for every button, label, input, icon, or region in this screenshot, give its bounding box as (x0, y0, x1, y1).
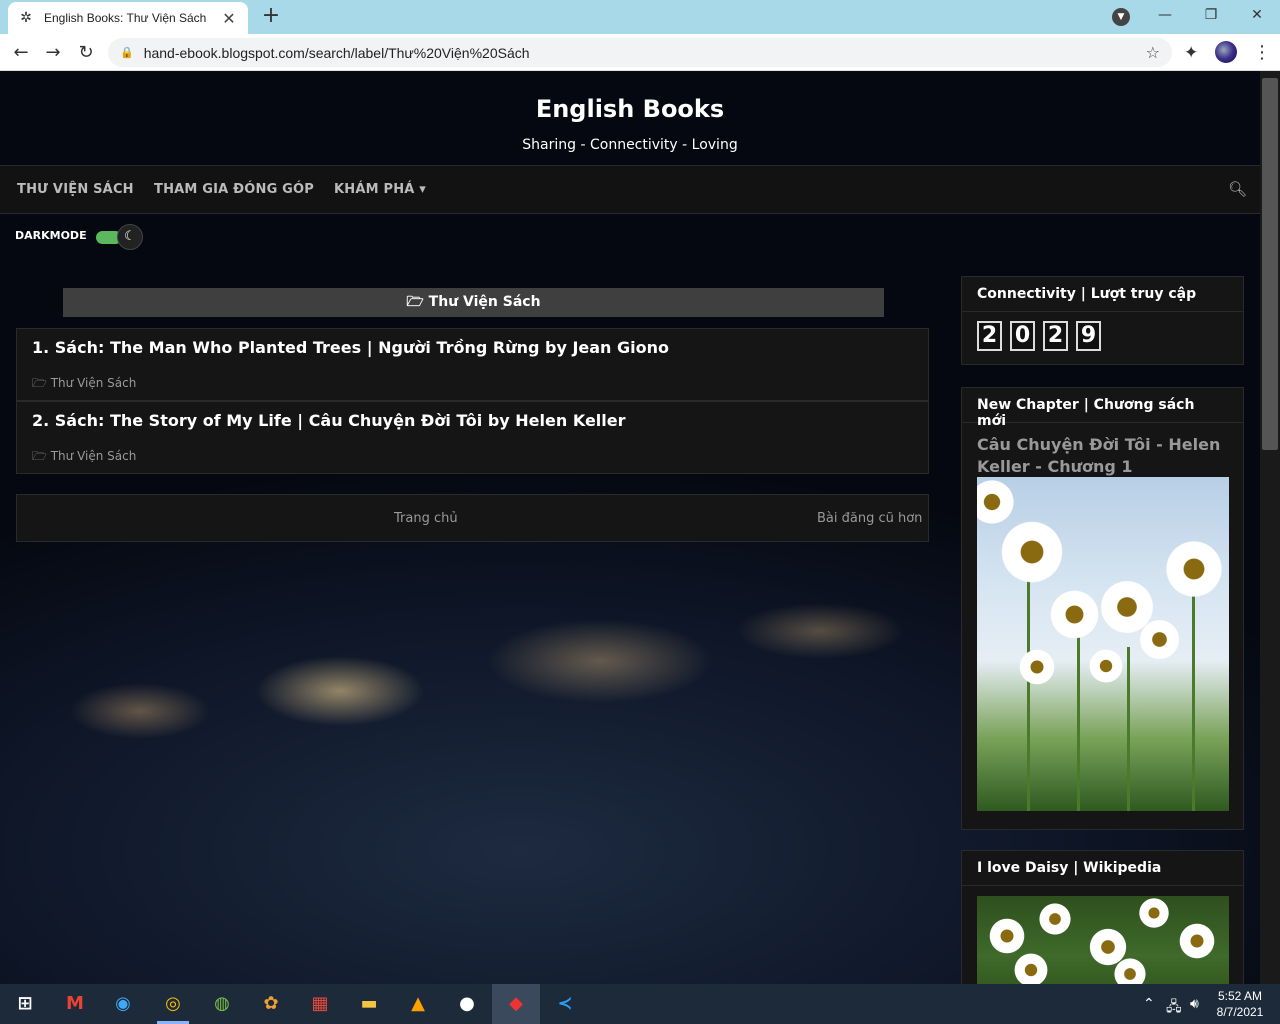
nav-item-kham-pha-dropdown[interactable]: KHÁM PHÁ ▾ (334, 182, 426, 197)
post-title-link[interactable]: 2. Sách: The Story of My Life | Câu Chuy… (32, 411, 626, 430)
label-heading: 🗁 Thư Viện Sách (63, 288, 884, 317)
visitor-counter-widget: Connectivity | Lượt truy cập 2 0 2 9 (961, 276, 1244, 365)
lock-icon[interactable]: 🔒 (120, 46, 134, 59)
browser-tab-strip: ✲ English Books: Thư Viện Sách ✕ + ▼ — ❐… (0, 0, 1280, 34)
darkmode-label: DARKMODE (15, 229, 87, 242)
post-label-link[interactable]: 🗁 Thư Viện Sách (32, 447, 136, 468)
profile-avatar[interactable] (1215, 41, 1237, 63)
extensions-puzzle-icon[interactable]: ✦ (1184, 43, 1198, 63)
close-tab-icon[interactable]: ✕ (220, 9, 238, 28)
vscode-icon[interactable]: ≺ (550, 990, 580, 1018)
older-posts-link[interactable]: Bài đăng cũ hơn (817, 511, 922, 526)
github-icon[interactable]: ● (452, 990, 482, 1018)
blog-pager: Trang chủ Bài đăng cũ hơn (16, 494, 929, 542)
browser-tab-active[interactable]: ✲ English Books: Thư Viện Sách ✕ (8, 2, 248, 34)
counter-digit: 0 (1010, 321, 1035, 351)
app-green-icon[interactable]: ◍ (207, 990, 237, 1018)
tray-chevron-icon[interactable]: ⌃ (1143, 996, 1155, 1012)
app-bird-icon[interactable]: ✿ (256, 990, 286, 1018)
post-label-link[interactable]: 🗁 Thư Viện Sách (32, 374, 136, 395)
post-label-text[interactable]: Thư Viện Sách (51, 449, 137, 463)
network-icon[interactable]: 🖧 (1166, 996, 1182, 1020)
daisy-field-photo[interactable] (977, 896, 1229, 984)
main-navigation: THƯ VIỆN SÁCH THAM GIA ĐÓNG GÓP KHÁM PHÁ… (0, 165, 1260, 214)
scrollbar-thumb[interactable] (1262, 78, 1278, 450)
post-label-text[interactable]: Thư Viện Sách (51, 376, 137, 390)
folder-icon: 🗁 (32, 449, 47, 463)
counter-digit: 2 (977, 321, 1002, 351)
home-link[interactable]: Trang chủ (394, 511, 458, 526)
address-bar[interactable]: 🔒 hand-ebook.blogspot.com/search/label/T… (108, 38, 1172, 67)
chrome-icon[interactable]: ◎ (158, 990, 188, 1018)
folder-open-icon: 🗁 (406, 294, 424, 310)
widget-title: Connectivity | Lượt truy cập (962, 277, 1243, 312)
browser-menu-icon[interactable]: ⋮ (1253, 42, 1271, 63)
counter-digit: 9 (1076, 321, 1101, 351)
post-title-link[interactable]: 1. Sách: The Man Who Planted Trees | Ngư… (32, 338, 669, 357)
post-item: 1. Sách: The Man Who Planted Trees | Ngư… (16, 328, 929, 401)
folder-icon: 🗁 (32, 376, 47, 390)
system-clock[interactable]: 5:52 AM 8/7/2021 (1212, 988, 1268, 1020)
clock-time: 5:52 AM (1217, 989, 1263, 1003)
search-icon[interactable]: 🔍︎ (1228, 180, 1247, 198)
widget-title: New Chapter | Chương sách mới (962, 388, 1243, 429)
minimize-button[interactable]: — (1142, 0, 1188, 30)
back-arrow-icon[interactable]: ← (8, 40, 34, 66)
new-chapter-widget: New Chapter | Chương sách mới Câu Chuyện… (961, 387, 1244, 830)
chapter-link[interactable]: Câu Chuyện Đời Tôi - Helen Keller - Chươ… (977, 434, 1232, 478)
windows-taskbar: ⊞ M ◉ ◎ ◍ ✿ ▦ ▬ ▲ ● ◆ ≺ ⌃ 🖧 🔊︎ 5:52 AM 8… (0, 984, 1280, 1024)
label-heading-text: Thư Viện Sách (428, 294, 541, 310)
volume-icon[interactable]: 🔊︎ (1190, 996, 1199, 1012)
widget-title: I love Daisy | Wikipedia (962, 851, 1243, 886)
restore-button[interactable]: ❐ (1188, 0, 1234, 30)
post-item: 2. Sách: The Story of My Life | Câu Chuy… (16, 401, 929, 474)
tab-title: English Books: Thư Viện Sách (44, 11, 207, 25)
close-window-button[interactable]: ✕ (1234, 0, 1280, 30)
blogger-favicon-icon: ✲ (20, 10, 32, 26)
site-description: Sharing - Connectivity - Loving (522, 137, 738, 153)
moon-icon[interactable]: ☾ (117, 224, 143, 250)
clock-date: 8/7/2021 (1216, 1005, 1264, 1019)
daisy-widget: I love Daisy | Wikipedia (961, 850, 1244, 984)
firebase-icon[interactable]: ▲ (403, 990, 433, 1018)
daisy-photo[interactable] (977, 477, 1229, 811)
gmail-icon[interactable]: M (60, 990, 90, 1018)
site-header: English Books Sharing - Connectivity - L… (0, 71, 1260, 165)
edge-icon[interactable]: ◉ (108, 990, 138, 1018)
reload-icon[interactable]: ↻ (73, 40, 99, 66)
page-viewport: English Books Sharing - Connectivity - L… (0, 71, 1260, 984)
counter-digit: 2 (1043, 321, 1068, 351)
nav-item-tham-gia-dong-gop[interactable]: THAM GIA ĐÓNG GÓP (154, 182, 314, 197)
site-title[interactable]: English Books (0, 95, 1260, 123)
office-icon[interactable]: ▦ (305, 990, 335, 1018)
browser-toolbar: ← → ↻ 🔒 hand-ebook.blogspot.com/search/l… (0, 34, 1280, 71)
tab-search-icon[interactable]: ▼ (1112, 8, 1130, 26)
forward-arrow-icon[interactable]: → (40, 40, 66, 66)
nav-item-thu-vien-sach[interactable]: THƯ VIỆN SÁCH (17, 182, 134, 197)
url-text[interactable]: hand-ebook.blogspot.com/search/label/Thư… (144, 45, 1146, 61)
bookmark-star-icon[interactable]: ☆ (1146, 43, 1160, 62)
new-tab-button[interactable]: + (258, 4, 284, 30)
windows-start-icon[interactable]: ⊞ (10, 990, 40, 1018)
app-red-icon[interactable]: ◆ (501, 990, 531, 1018)
file-explorer-icon[interactable]: ▬ (354, 990, 384, 1018)
